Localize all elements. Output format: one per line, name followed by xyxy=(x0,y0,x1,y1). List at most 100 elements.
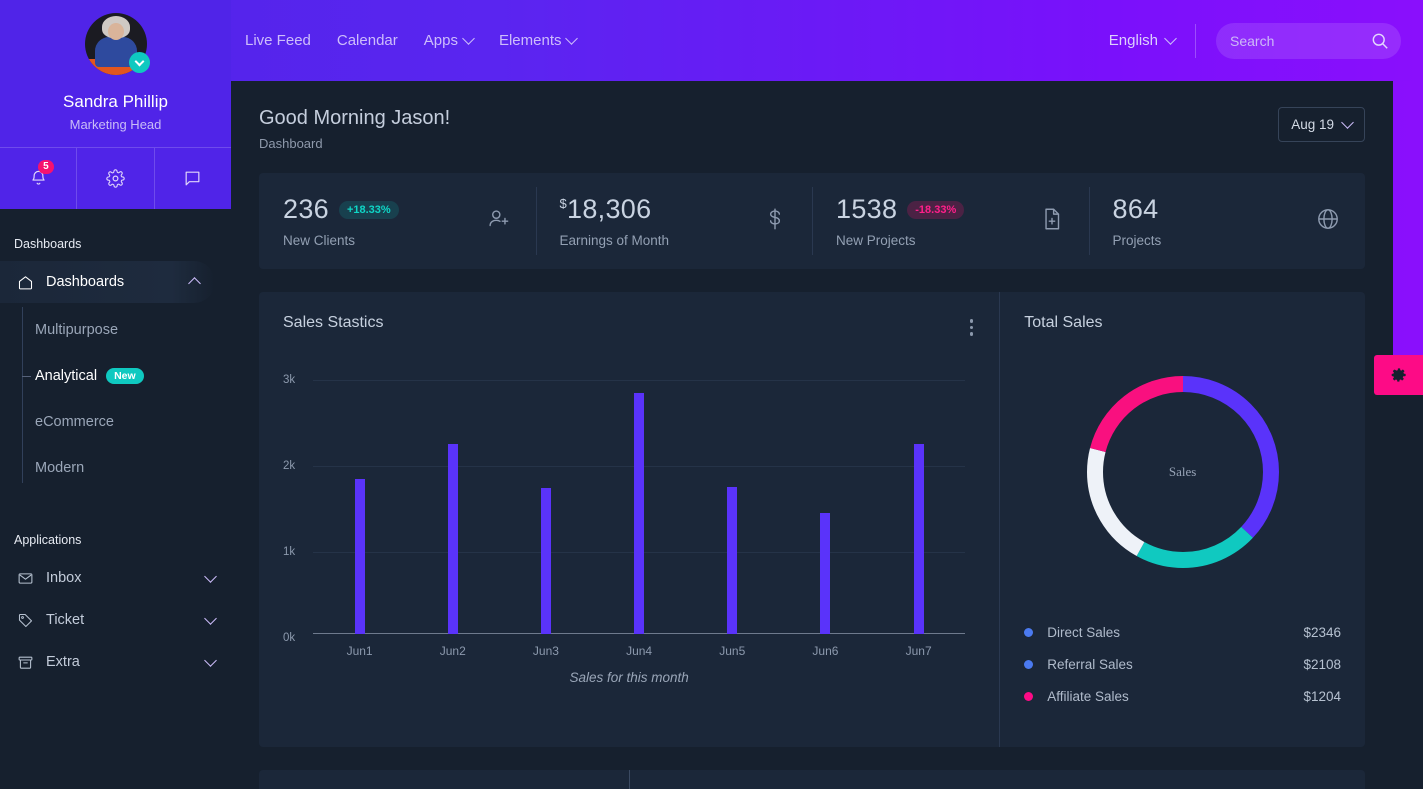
profile-action-bar: 5 xyxy=(0,147,231,209)
sidebar-item-label: Extra xyxy=(46,654,80,670)
bottom-card-left[interactable] xyxy=(259,770,629,789)
bar-series xyxy=(313,376,965,634)
chevron-up-icon xyxy=(188,276,201,290)
sidebar-subitem-ecommerce[interactable]: eCommerce xyxy=(22,399,231,445)
stat-value: 236 xyxy=(283,194,329,224)
envelope-icon xyxy=(16,569,34,587)
sidebar-subitem-label: Modern xyxy=(35,460,85,476)
sidebar-subitem-analytical[interactable]: Analytical New xyxy=(22,353,231,399)
theme-settings-button[interactable] xyxy=(1374,355,1423,395)
settings-button[interactable] xyxy=(76,148,153,209)
y-tick-label: 1k xyxy=(283,546,296,558)
date-filter-label: Aug 19 xyxy=(1291,117,1334,132)
status-badge: -18.33% xyxy=(907,200,965,219)
sidebar-item-dashboards[interactable]: Dashboards xyxy=(0,261,215,303)
content-panel: Good Morning Jason! Dashboard Aug 19 236… xyxy=(231,81,1393,789)
x-tick-label: Jun3 xyxy=(532,644,559,658)
bar-jun5[interactable] xyxy=(727,487,738,634)
nav-item-live-feed[interactable]: Live Feed xyxy=(245,32,311,49)
main-content: Good Morning Jason! Dashboard Aug 19 236… xyxy=(231,81,1393,789)
kebab-menu-icon[interactable] xyxy=(969,316,974,339)
bottom-cards-row xyxy=(259,770,1365,789)
search-icon[interactable] xyxy=(1371,32,1389,55)
sidebar-item-label: Inbox xyxy=(46,570,82,586)
sidebar-subitem-label: Analytical xyxy=(35,368,98,384)
bar-jun7[interactable] xyxy=(913,444,924,634)
bar-jun3[interactable] xyxy=(540,488,551,634)
chevron-down-icon xyxy=(204,569,217,583)
bottom-card-right[interactable] xyxy=(629,770,1365,789)
sidebar-subitem-modern[interactable]: Modern xyxy=(22,445,231,491)
legend-dot-icon xyxy=(1024,627,1034,637)
profile-role: Marketing Head xyxy=(69,117,162,132)
stat-card-projects[interactable]: 864 Projects xyxy=(1088,173,1366,269)
divider xyxy=(1195,23,1196,58)
dollar-icon xyxy=(762,206,788,237)
legend-item-direct-sales[interactable]: Direct Sales $2346 xyxy=(1024,616,1341,648)
profile-name: Sandra Phillip xyxy=(63,92,168,111)
gear-icon xyxy=(1391,368,1406,382)
sidebar-subitem-multipurpose[interactable]: Multipurpose xyxy=(22,307,231,353)
chevron-down-icon xyxy=(462,32,475,45)
bar-column xyxy=(779,376,872,634)
search-placeholder: Search xyxy=(1230,32,1275,49)
legend-value: $2108 xyxy=(1303,656,1341,672)
nav-item-calendar[interactable]: Calendar xyxy=(337,32,398,49)
card-title: Sales Stastics xyxy=(283,314,384,331)
sidebar-item-label: Dashboards xyxy=(46,274,125,290)
sales-statistics-card: Sales Stastics 3k 2k 1k 0k Jun1 Jun2 Jun… xyxy=(259,292,1000,747)
date-filter-button[interactable]: Aug 19 xyxy=(1278,107,1365,142)
search-input[interactable]: Search xyxy=(1216,22,1401,59)
legend-item-referral-sales[interactable]: Referral Sales $2108 xyxy=(1024,648,1341,680)
messages-button[interactable] xyxy=(153,148,231,209)
sidebar: Sandra Phillip Marketing Head 5 Dashboar… xyxy=(0,0,231,789)
x-tick-label: Jun1 xyxy=(346,644,373,658)
bar-column xyxy=(686,376,779,634)
bar-jun1[interactable] xyxy=(354,479,365,634)
y-tick-label: 0k xyxy=(283,632,296,644)
nav-label: Live Feed xyxy=(245,32,311,49)
bar-column xyxy=(593,376,686,634)
sidebar-item-extra[interactable]: Extra xyxy=(0,641,231,683)
notifications-button[interactable]: 5 xyxy=(0,148,76,209)
donut-chart: Sales xyxy=(1024,372,1341,572)
nav-item-elements[interactable]: Elements xyxy=(498,32,579,49)
bar-jun2[interactable] xyxy=(447,444,458,634)
stat-value: 864 xyxy=(1112,194,1159,224)
bar-jun4[interactable] xyxy=(634,393,645,634)
stat-card-earnings[interactable]: $18,306 Earnings of Month xyxy=(535,173,813,269)
chat-icon xyxy=(185,171,200,186)
currency-symbol: $ xyxy=(559,196,568,211)
nav-item-apps[interactable]: Apps xyxy=(423,32,475,49)
bar-column xyxy=(406,376,499,634)
main-nav: Live Feed Calendar Apps Elements xyxy=(245,32,579,49)
legend: Direct Sales $2346 Referral Sales $2108 … xyxy=(1024,616,1341,712)
x-tick-label: Jun5 xyxy=(719,644,746,658)
legend-label: Referral Sales xyxy=(1047,656,1133,672)
x-tick-labels: Jun1 Jun2 Jun3 Jun4 Jun5 Jun6 Jun7 xyxy=(313,644,965,658)
nav-label: Apps xyxy=(423,32,458,49)
card-title: Total Sales xyxy=(1024,314,1103,331)
legend-dot-icon xyxy=(1024,691,1034,701)
page-header: Good Morning Jason! Dashboard Aug 19 xyxy=(231,81,1393,173)
stat-card-new-clients[interactable]: 236 +18.33% New Clients xyxy=(259,173,536,269)
language-selector[interactable]: English xyxy=(1109,32,1177,49)
x-tick-label: Jun7 xyxy=(905,644,932,658)
legend-item-affiliate-sales[interactable]: Affiliate Sales $1204 xyxy=(1024,680,1341,712)
breadcrumb: Dashboard xyxy=(259,136,323,151)
y-tick-label: 2k xyxy=(283,460,296,472)
chevron-down-icon xyxy=(565,32,579,45)
nav-label: Elements xyxy=(498,32,562,49)
bar-column xyxy=(313,376,406,634)
sidebar-submenu-dashboards: Multipurpose Analytical New eCommerce Mo… xyxy=(0,307,231,491)
sidebar-item-ticket[interactable]: Ticket xyxy=(0,599,231,641)
stat-card-new-projects[interactable]: 1538 -18.33% New Projects xyxy=(812,173,1089,269)
total-sales-card: Total Sales Sales Direct Sales $2346 Ref… xyxy=(999,292,1365,747)
bar-jun6[interactable] xyxy=(820,513,831,634)
bar-column xyxy=(872,376,965,634)
avatar[interactable] xyxy=(84,13,150,75)
legend-value: $1204 xyxy=(1303,688,1341,704)
sidebar-item-inbox[interactable]: Inbox xyxy=(0,557,231,599)
tag-icon xyxy=(16,611,34,629)
page-title: Good Morning Jason! xyxy=(259,107,451,129)
